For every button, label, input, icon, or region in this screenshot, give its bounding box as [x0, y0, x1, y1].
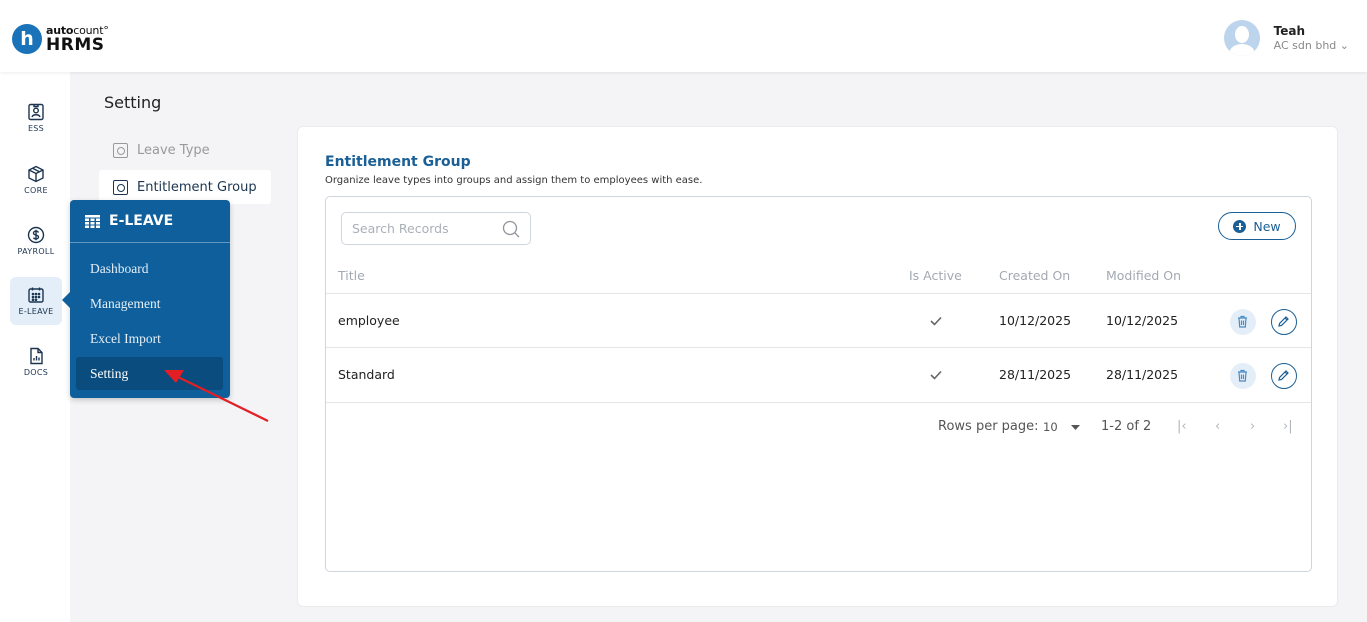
rail-item-docs[interactable]: DOCS — [10, 338, 62, 386]
subnav-label: Entitlement Group — [137, 179, 257, 195]
cube-icon — [28, 165, 44, 183]
subnav-item-leave-type[interactable]: Leave Type — [99, 133, 271, 167]
calendar-icon — [28, 287, 44, 303]
rail-label: DOCS — [23, 368, 49, 377]
rows-per-page-value: 10 — [1043, 420, 1058, 434]
app-logo[interactable]: h autocount° HRMS — [12, 24, 109, 54]
avatar-head — [1234, 26, 1249, 43]
subnav-item-entitlement-group[interactable]: Entitlement Group — [99, 170, 271, 204]
logo-mark-symbol: ° — [103, 23, 109, 37]
rail-item-e-leave[interactable]: E-LEAVE — [10, 277, 62, 325]
user-menu[interactable]: Teah AC sdn bhd ⌄ — [1223, 20, 1349, 56]
edit-button[interactable] — [1271, 309, 1297, 335]
dollar-icon — [27, 226, 45, 244]
user-name: Teah — [1273, 24, 1306, 38]
subnav-label: Leave Type — [137, 142, 210, 158]
data-table: New Title Is Active Created On Modified … — [325, 196, 1312, 572]
search-input[interactable] — [352, 221, 492, 236]
divider — [326, 347, 1311, 348]
check-icon — [930, 370, 942, 380]
rail-item-payroll[interactable]: PAYROLL — [10, 217, 62, 265]
calendar-grid-icon — [85, 214, 100, 228]
last-page-icon[interactable]: ›| — [1283, 419, 1293, 434]
divider — [326, 293, 1311, 294]
flyout-title: E-LEAVE — [109, 213, 174, 229]
pagination-range: 1-2 of 2 — [1101, 419, 1152, 434]
avatar-body — [1228, 44, 1255, 56]
column-header-modified-on[interactable]: Modified On — [1106, 268, 1181, 283]
badge-icon — [113, 179, 128, 195]
rail-item-core[interactable]: CORE — [10, 156, 62, 204]
new-button[interactable]: New — [1218, 212, 1296, 240]
logo-hrms: HRMS — [46, 34, 105, 55]
new-button-label: New — [1253, 218, 1281, 234]
cell-modified-on: 28/11/2025 — [1106, 367, 1179, 382]
logo-top-line: autocount° — [46, 25, 109, 36]
card-title: Entitlement Group — [325, 154, 471, 170]
page-title: Setting — [104, 93, 162, 112]
rail-label: PAYROLL — [17, 247, 55, 256]
rows-per-page-label: Rows per page: — [938, 419, 1039, 434]
rail-label: E-LEAVE — [18, 307, 54, 316]
delete-button[interactable] — [1230, 309, 1256, 335]
entitlement-group-card: Entitlement Group Organize leave types i… — [297, 126, 1338, 607]
delete-button[interactable] — [1230, 363, 1256, 389]
first-page-icon[interactable]: |‹ — [1177, 419, 1187, 434]
document-chart-icon — [30, 347, 43, 365]
cell-title: employee — [338, 313, 400, 328]
company-name: AC sdn bhd — [1273, 39, 1337, 52]
search-box[interactable] — [341, 212, 531, 245]
logo-mark: h — [12, 24, 42, 54]
chevron-down-icon: ⌄ — [1339, 39, 1349, 52]
rows-per-page-select[interactable]: 10 — [1043, 420, 1081, 434]
card-description: Organize leave types into groups and ass… — [325, 175, 703, 186]
logo-text: autocount° HRMS — [46, 25, 109, 54]
avatar[interactable] — [1223, 20, 1260, 56]
pencil-icon — [1278, 370, 1289, 381]
user-company: AC sdn bhd ⌄ — [1274, 39, 1349, 52]
trash-icon — [1238, 315, 1247, 328]
menu-item-management[interactable]: Management — [76, 287, 223, 320]
search-icon — [502, 220, 520, 238]
column-header-title[interactable]: Title — [338, 268, 365, 283]
column-header-created-on[interactable]: Created On — [999, 268, 1070, 283]
pencil-icon — [1278, 316, 1289, 327]
cell-modified-on: 10/12/2025 — [1106, 313, 1179, 328]
divider — [326, 402, 1311, 403]
prev-page-icon[interactable]: ‹ — [1215, 419, 1220, 434]
cell-created-on: 10/12/2025 — [999, 313, 1072, 328]
edit-button[interactable] — [1271, 363, 1297, 389]
user-info[interactable]: Teah AC sdn bhd ⌄ — [1274, 24, 1349, 52]
trash-icon — [1238, 369, 1247, 382]
cell-created-on: 28/11/2025 — [999, 367, 1072, 382]
annotation-arrow — [164, 370, 269, 422]
plus-circle-icon — [1233, 219, 1247, 233]
caret-down-icon — [1071, 424, 1081, 430]
menu-item-dashboard[interactable]: Dashboard — [76, 252, 223, 285]
rail-item-ess[interactable]: ESS — [10, 94, 62, 142]
flyout-header: E-LEAVE — [70, 200, 230, 243]
column-header-is-active[interactable]: Is Active — [909, 268, 962, 283]
menu-item-excel-import[interactable]: Excel Import — [76, 322, 223, 355]
rail-label: ESS — [27, 124, 45, 133]
rail-label: CORE — [24, 186, 48, 195]
id-card-icon — [28, 103, 44, 121]
top-bar: h autocount° HRMS Teah AC sdn bhd ⌄ — [0, 0, 1367, 72]
left-rail: ESS CORE PAYROLL E-LEAVE DOCS — [0, 72, 70, 622]
next-page-icon[interactable]: › — [1250, 419, 1255, 434]
check-icon — [930, 316, 942, 326]
badge-icon — [113, 142, 128, 158]
cell-title: Standard — [338, 367, 395, 382]
